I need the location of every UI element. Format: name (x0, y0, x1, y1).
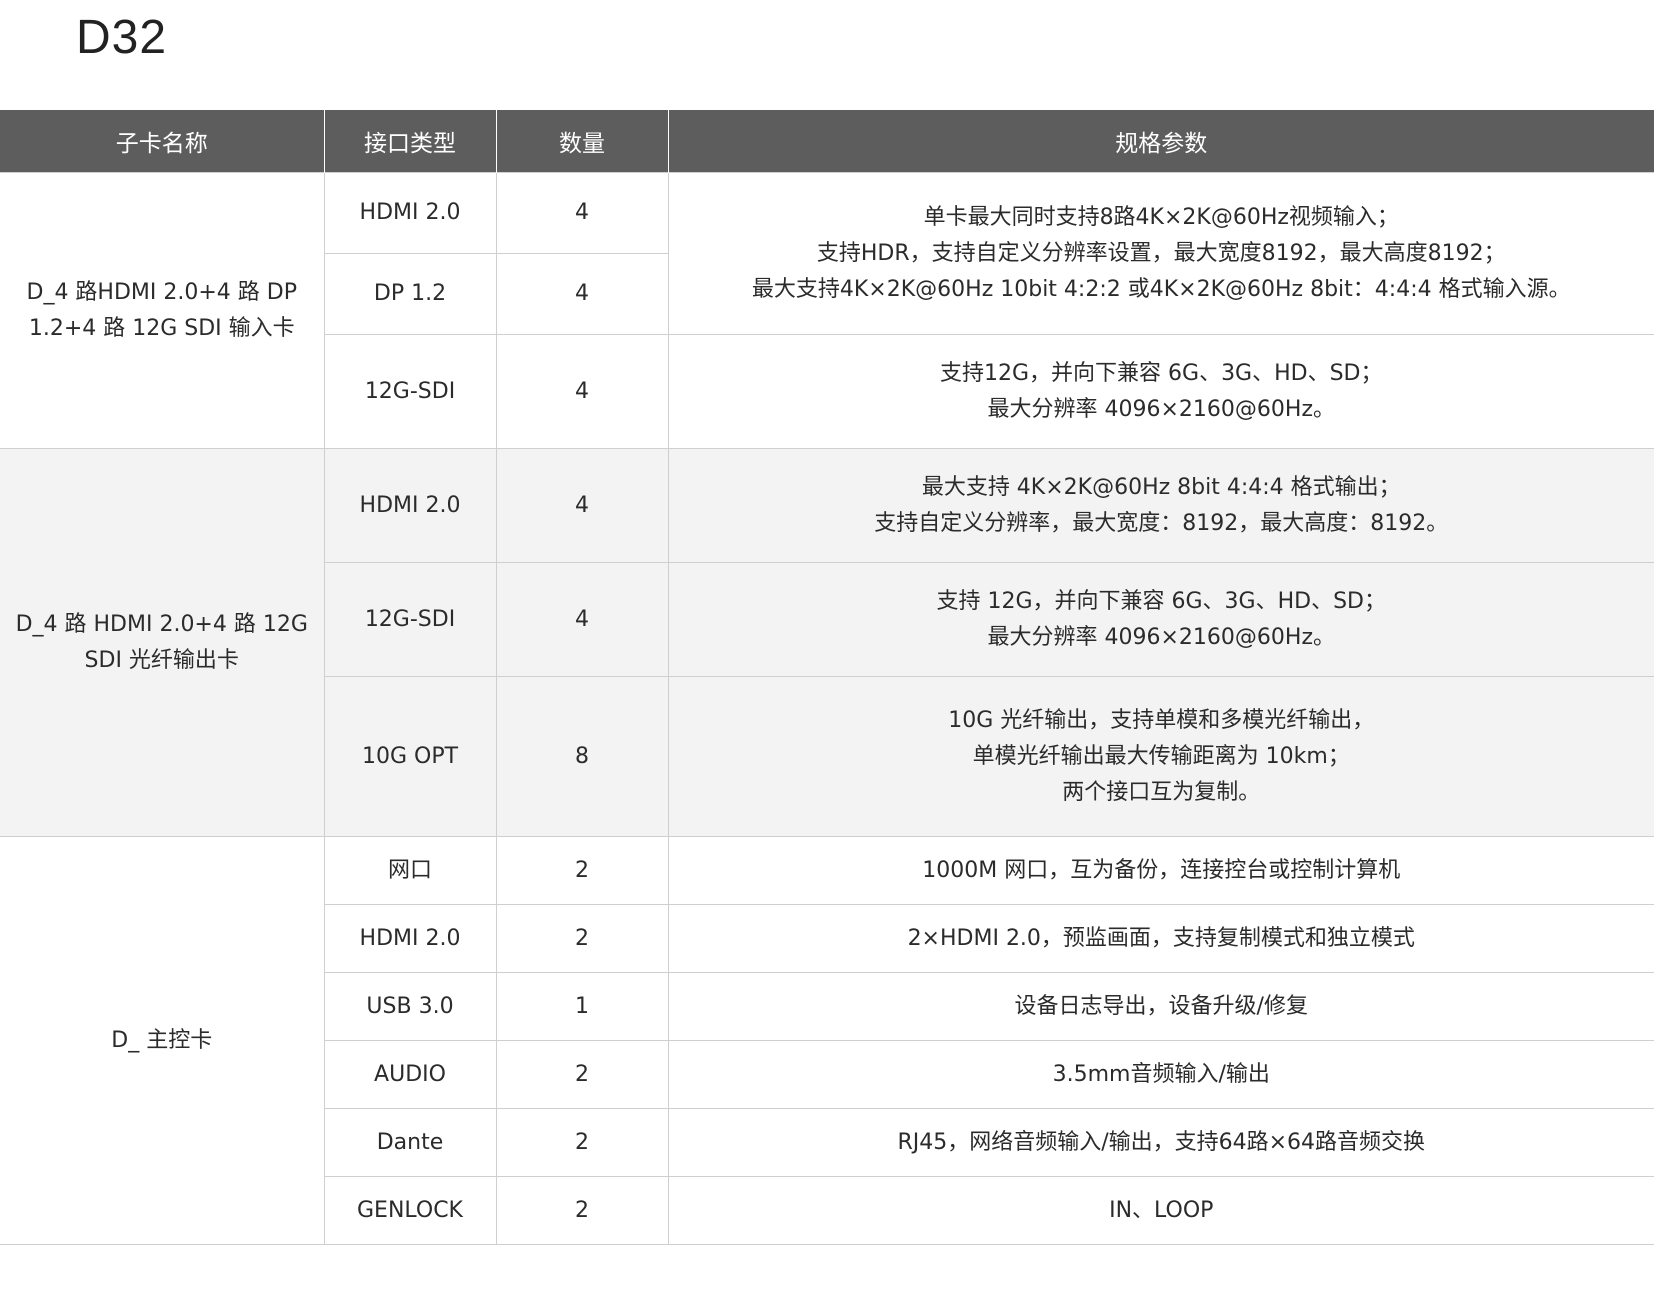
spec-cell: 支持 12G，并向下兼容 6G、3G、HD、SD； 最大分辨率 4096×216… (667, 562, 1654, 677)
spec-line: 支持12G，并向下兼容 6G、3G、HD、SD； (939, 360, 1383, 386)
spec-line: 支持HDR，支持自定义分辨率设置，最大宽度8192，最大高度8192； (816, 240, 1506, 266)
header-interface-type: 接口类型 (323, 110, 496, 173)
quantity-cell: 2 (495, 1176, 669, 1245)
spec-cell: 支持12G，并向下兼容 6G、3G、HD、SD； 最大分辨率 4096×2160… (667, 334, 1654, 449)
card-name: D_4 路HDMI 2.0+4 路 DP 1.2+4 路 12G SDI 输入卡 (26, 279, 298, 341)
card-name-cell: D_ 主控卡 (0, 836, 325, 1245)
spec-cell: 设备日志导出，设备升级/修复 (667, 972, 1654, 1041)
table-header-row: 子卡名称 接口类型 数量 规格参数 (0, 110, 1654, 173)
quantity-cell: 4 (495, 448, 669, 563)
header-quantity: 数量 (495, 110, 668, 173)
spec-cell: RJ45，网络音频输入/输出，支持64路×64路音频交换 (667, 1108, 1654, 1177)
table-row: D_4 路HDMI 2.0+4 路 DP 1.2+4 路 12G SDI 输入卡… (0, 172, 1654, 449)
spec-cell: 3.5mm音频输入/输出 (667, 1040, 1654, 1109)
group-input-card: D_4 路HDMI 2.0+4 路 DP 1.2+4 路 12G SDI 输入卡… (0, 172, 1654, 449)
interface-type-cell: USB 3.0 (324, 972, 497, 1041)
interface-type-cell: 网口 (323, 836, 497, 905)
quantity-cell: 8 (495, 676, 669, 837)
card-name-cell: D_4 路 HDMI 2.0+4 路 12G SDI 光纤输出卡 (0, 448, 325, 837)
spec-line: 单卡最大同时支持8路4K×2K@60Hz视频输入； (923, 204, 1399, 230)
spec-cell: 最大支持 4K×2K@60Hz 8bit 4:4:4 格式输出； 支持自定义分辨… (667, 448, 1654, 563)
spec-cell: 单卡最大同时支持8路4K×2K@60Hz视频输入； 支持HDR，支持自定义分辨率… (667, 172, 1654, 335)
spec-line: 10G 光纤输出，支持单模和多模光纤输出， (948, 707, 1375, 733)
spec-line: 最大分辨率 4096×2160@60Hz。 (987, 396, 1336, 422)
spec-line: 最大支持 4K×2K@60Hz 8bit 4:4:4 格式输出； (921, 474, 1401, 500)
page-title: D32 (76, 11, 168, 64)
card-name: D_4 路 HDMI 2.0+4 路 12G SDI 光纤输出卡 (15, 611, 308, 673)
spec-cell: IN、LOOP (667, 1176, 1654, 1245)
spec-line: 两个接口互为复制。 (1062, 779, 1261, 805)
card-name: D_ 主控卡 (111, 1027, 213, 1053)
spec-line: 支持 12G，并向下兼容 6G、3G、HD、SD； (936, 588, 1386, 614)
quantity-cell: 4 (495, 253, 668, 335)
interface-type-cell: HDMI 2.0 (323, 172, 497, 254)
interface-type-cell: 12G-SDI (324, 562, 497, 677)
card-name-cell: D_4 路HDMI 2.0+4 路 DP 1.2+4 路 12G SDI 输入卡 (0, 172, 325, 449)
interface-type-cell: 10G OPT (324, 676, 497, 837)
interface-type-cell: Dante (324, 1108, 497, 1177)
header-card-name: 子卡名称 (0, 110, 324, 173)
group-main-control-card: D_ 主控卡 网口 2 1000M 网口，互为备份，连接控台或控制计算机 HDM… (0, 836, 1654, 1245)
spec-line: 最大支持4K×2K@60Hz 10bit 4:2:2 或4K×2K@60Hz 8… (751, 276, 1571, 302)
table-row: D_ 主控卡 网口 2 1000M 网口，互为备份，连接控台或控制计算机 (0, 836, 1654, 1245)
spec-line: 最大分辨率 4096×2160@60Hz。 (987, 624, 1336, 650)
header-specs: 规格参数 (667, 110, 1654, 173)
quantity-cell: 4 (495, 334, 669, 449)
quantity-cell: 2 (495, 1108, 669, 1177)
interface-type-cell: 12G-SDI (324, 334, 497, 449)
interface-type-cell: HDMI 2.0 (323, 448, 497, 563)
spec-line: 支持自定义分辨率，最大宽度：8192，最大高度：8192。 (874, 510, 1449, 536)
table-row: D_4 路 HDMI 2.0+4 路 12G SDI 光纤输出卡 HDMI 2.… (0, 448, 1654, 837)
spec-cell: 1000M 网口，互为备份，连接控台或控制计算机 (667, 836, 1654, 905)
group-output-card: D_4 路 HDMI 2.0+4 路 12G SDI 光纤输出卡 HDMI 2.… (0, 448, 1654, 837)
quantity-cell: 2 (495, 836, 669, 905)
quantity-cell: 4 (495, 562, 669, 677)
spec-cell: 10G 光纤输出，支持单模和多模光纤输出， 单模光纤输出最大传输距离为 10km… (667, 676, 1654, 837)
quantity-cell: 2 (495, 1040, 669, 1109)
interface-type-cell: GENLOCK (324, 1176, 497, 1245)
spec-line: 单模光纤输出最大传输距离为 10km； (972, 743, 1350, 769)
interface-type-cell: AUDIO (324, 1040, 497, 1109)
quantity-cell: 2 (495, 904, 669, 973)
spec-table: 子卡名称 接口类型 数量 规格参数 D_4 路HDMI 2.0+4 路 DP 1… (0, 110, 1654, 1245)
spec-cell: 2×HDMI 2.0，预监画面，支持复制模式和独立模式 (667, 904, 1654, 973)
interface-type-cell: HDMI 2.0 (324, 904, 497, 973)
quantity-cell: 1 (495, 972, 669, 1041)
interface-type-cell: DP 1.2 (324, 253, 497, 335)
quantity-cell: 4 (495, 172, 669, 254)
